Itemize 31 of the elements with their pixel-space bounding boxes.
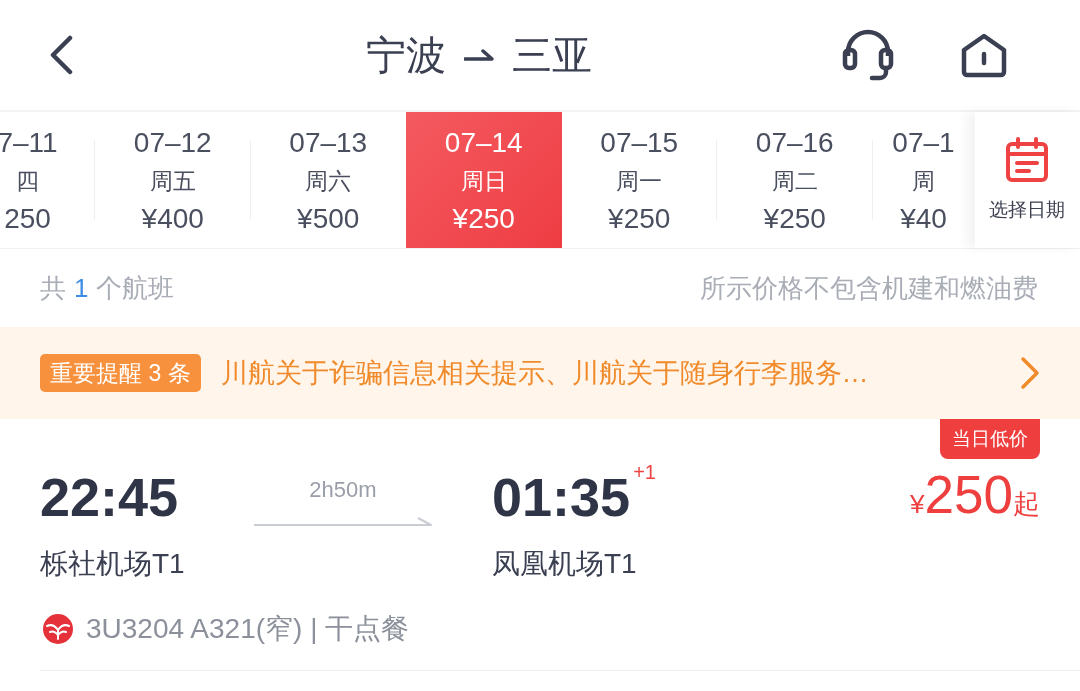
- arrival-time: 01:35: [492, 467, 631, 527]
- logo-icon: [43, 614, 73, 644]
- customer-service-button[interactable]: [842, 28, 894, 82]
- headset-icon: [842, 28, 894, 82]
- flight-info-text: 3U3204 A321(窄) | 干点餐: [86, 612, 410, 646]
- lowest-price-badge: 当日低价: [940, 419, 1040, 459]
- date-tab[interactable]: 07–14 周日 ¥250: [406, 112, 562, 248]
- date-tab[interactable]: 07–15 周一 ¥250: [561, 112, 717, 248]
- home-icon: [960, 32, 1008, 78]
- calendar-button[interactable]: 选择日期: [974, 112, 1080, 248]
- arrival-city: 三亚: [512, 32, 592, 79]
- date-tab[interactable]: 07–1 周 ¥40: [872, 112, 975, 248]
- back-button[interactable]: [48, 35, 74, 75]
- chevron-left-icon: [48, 35, 74, 75]
- home-button[interactable]: [960, 32, 1008, 78]
- price-note-text: 所示价格不包含机建和燃油费: [700, 271, 1038, 305]
- price-text: ¥250起: [910, 465, 1040, 526]
- calendar-icon: [1005, 137, 1049, 183]
- day-offset-text: +1: [633, 461, 656, 483]
- date-tab[interactable]: 07–16 周二 ¥250: [717, 112, 873, 248]
- date-tab[interactable]: 07–12 周五 ¥400: [95, 112, 251, 248]
- date-tab[interactable]: 07–13 周六 ¥500: [250, 112, 406, 248]
- notice-text: 川航关于诈骗信息相关提示、川航关于随身行李服务…: [220, 357, 869, 390]
- chevron-right-icon: [1020, 356, 1040, 390]
- departure-city: 宁波: [366, 32, 446, 79]
- departure-time: 22:45: [40, 467, 179, 527]
- departure-airport: 栎社机场T1: [40, 547, 185, 581]
- flight-count-text: 共 1 个航班: [40, 271, 175, 305]
- duration-text: 2h50m: [309, 477, 377, 503]
- notice-badge: 重要提醒 3 条: [40, 354, 201, 392]
- arrival-airport: 凤凰机场T1: [492, 547, 637, 581]
